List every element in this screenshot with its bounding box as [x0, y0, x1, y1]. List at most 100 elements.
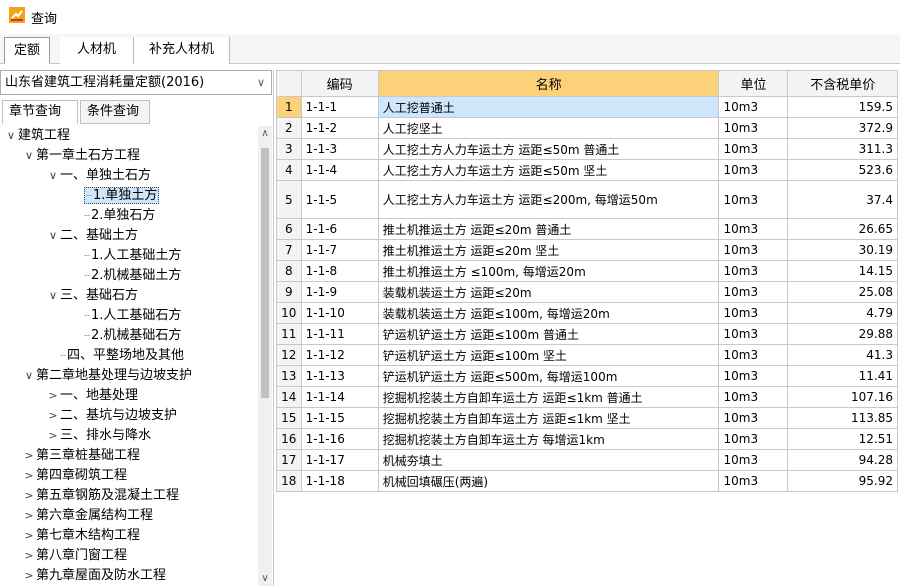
tree-item[interactable]: > 一、地基处理	[46, 386, 138, 406]
chevron-right-icon[interactable]: >	[22, 506, 36, 526]
tree-item[interactable]: 2.单独石方	[70, 206, 155, 226]
chevron-right-icon[interactable]: >	[22, 526, 36, 546]
header-price[interactable]: 不含税单价	[787, 70, 898, 97]
cell-code: 1-1-17	[300, 449, 379, 471]
table-row[interactable]: 12 1-1-12 铲运机铲运土方 运距≤100m 坚土 10m3 41.3	[276, 344, 898, 366]
table-row[interactable]: 18 1-1-18 机械回填碾压(两遍) 10m3 95.92	[276, 470, 898, 492]
tree-item-label: 第八章门窗工程	[36, 548, 128, 563]
tree-item[interactable]: > 二、基坑与边坡支护	[46, 406, 177, 426]
tree-item[interactable]: 2.机械基础土方	[70, 266, 181, 286]
tree-item[interactable]: ∨ 第一章土石方工程	[22, 146, 140, 166]
tree-item[interactable]: ∨ 三、基础石方	[46, 286, 138, 306]
chevron-down-icon[interactable]: ∨	[46, 166, 60, 186]
cell-price: 107.16	[787, 386, 898, 408]
tree-item[interactable]: > 第四章砌筑工程	[22, 466, 127, 486]
chevron-right-icon[interactable]: >	[46, 426, 60, 446]
table-row[interactable]: 13 1-1-13 铲运机铲运土方 运距≤500m, 每增运100m 10m3 11.4…	[276, 365, 898, 387]
main-tabbar: 定额 人材机 补充人材机	[0, 34, 900, 64]
scroll-down-icon[interactable]: ∨	[258, 573, 272, 584]
table-row[interactable]: 14 1-1-14 挖掘机挖装土方自卸车运土方 运距≤1km 普通土 10m3 107.…	[276, 386, 898, 408]
table-row[interactable]: 6 1-1-6 推土机推运土方 运距≤20m 普通土 10m3 26.65	[276, 218, 898, 240]
cell-name: 推土机推运土方 ≤100m, 每增运20m	[377, 260, 720, 282]
cell-unit: 10m3	[718, 281, 789, 303]
table-row[interactable]: 8 1-1-8 推土机推运土方 ≤100m, 每增运20m 10m3 14.15	[276, 260, 898, 282]
tree-item-label: 第四章砌筑工程	[36, 468, 128, 483]
cell-code: 1-1-9	[300, 281, 379, 303]
cell-num: 2	[276, 117, 302, 139]
table-row[interactable]: 17 1-1-17 机械夯填土 10m3 94.28	[276, 449, 898, 471]
tree-item[interactable]: > 第八章门窗工程	[22, 546, 127, 566]
cell-unit: 10m3	[718, 344, 789, 366]
window-title: 查询	[31, 12, 58, 27]
chevron-right-icon[interactable]: >	[22, 446, 36, 466]
quota-grid: 编码 名称 单位 不含税单价 1 1-1-1 人工挖普通土 10m3 159.5 2 1-1…	[276, 70, 898, 492]
tree-item-label: 三、排水与降水	[60, 428, 152, 443]
chevron-down-icon[interactable]: ∨	[22, 146, 36, 166]
chevron-right-icon[interactable]: >	[22, 486, 36, 506]
tree-item[interactable]: > 第六章金属结构工程	[22, 506, 153, 526]
tree-item-label: 第二章地基处理与边坡支护	[36, 368, 193, 383]
chevron-down-icon: ∨	[256, 76, 265, 89]
table-row[interactable]: 7 1-1-7 推土机推运土方 运距≤20m 坚土 10m3 30.19	[276, 239, 898, 261]
cell-name: 挖掘机挖装土方自卸车运土方 运距≤1km 坚土	[377, 407, 720, 429]
table-row[interactable]: 15 1-1-15 挖掘机挖装土方自卸车运土方 运距≤1km 坚土 10m3 113.8…	[276, 407, 898, 429]
tree-item-label: 1.人工基础土方	[84, 248, 181, 263]
cell-code: 1-1-12	[300, 344, 379, 366]
tree-item[interactable]: 1.单独土方	[70, 186, 160, 206]
table-row[interactable]: 5 1-1-5 人工挖土方人力车运土方 运距≤200m, 每增运50m 10m3 37.…	[276, 180, 898, 219]
tab-condition-query[interactable]: 条件查询	[80, 100, 150, 124]
scroll-up-icon[interactable]: ∧	[258, 128, 272, 139]
tree-item[interactable]: ∨ 一、单独土石方	[46, 166, 151, 186]
table-row[interactable]: 4 1-1-4 人工挖土方人力车运土方 运距≤50m 坚土 10m3 523.6	[276, 159, 898, 181]
chevron-right-icon[interactable]: >	[22, 566, 36, 586]
tree-scrollbar[interactable]: ∧ ∨	[258, 126, 272, 586]
tab-quota[interactable]: 定额	[4, 37, 50, 64]
tree-item[interactable]: 2.机械基础石方	[70, 326, 181, 346]
header-name[interactable]: 名称	[377, 70, 720, 97]
tree-item[interactable]: 1.人工基础土方	[70, 246, 181, 266]
tree-item[interactable]: ∨ 二、基础土方	[46, 226, 138, 246]
cell-price: 113.85	[787, 407, 898, 429]
chevron-right-icon[interactable]: >	[46, 406, 60, 426]
table-row[interactable]: 11 1-1-11 铲运机铲运土方 运距≤100m 普通土 10m3 29.88	[276, 323, 898, 345]
scrollbar-thumb[interactable]	[261, 148, 269, 398]
tree-item[interactable]: ∨ 第二章地基处理与边坡支护	[22, 366, 192, 386]
tree-item[interactable]: > 第九章屋面及防水工程	[22, 566, 166, 586]
tree-item[interactable]: > 第三章桩基础工程	[22, 446, 140, 466]
header-code[interactable]: 编码	[300, 70, 379, 97]
tree-item[interactable]: > 第五章钢筋及混凝土工程	[22, 486, 179, 506]
tree-item[interactable]: 1.人工基础石方	[70, 306, 181, 326]
cell-price: 25.08	[787, 281, 898, 303]
tree-item[interactable]: > 第七章木结构工程	[22, 526, 140, 546]
tab-chapter-query[interactable]: 章节查询	[2, 100, 78, 124]
chevron-right-icon[interactable]: >	[22, 466, 36, 486]
tree-item[interactable]: > 三、排水与降水	[46, 426, 151, 446]
chevron-down-icon[interactable]: ∨	[46, 286, 60, 306]
cell-price: 311.3	[787, 138, 898, 160]
table-row[interactable]: 2 1-1-2 人工挖坚土 10m3 372.9	[276, 117, 898, 139]
cell-unit: 10m3	[718, 323, 789, 345]
cell-price: 94.28	[787, 449, 898, 471]
table-row[interactable]: 1 1-1-1 人工挖普通土 10m3 159.5	[276, 96, 898, 118]
tree-item-label: 1.人工基础石方	[84, 308, 181, 323]
tree-item-label: 1.单独土方	[84, 187, 160, 204]
tab-supplementary-labor-material-machine[interactable]: 补充人材机	[134, 37, 230, 64]
chevron-right-icon[interactable]: >	[22, 546, 36, 566]
chevron-right-icon[interactable]: >	[46, 386, 60, 406]
tree-item-label: 四、平整场地及其他	[60, 348, 184, 363]
cell-unit: 10m3	[718, 302, 789, 324]
header-unit[interactable]: 单位	[718, 70, 789, 97]
table-row[interactable]: 3 1-1-3 人工挖土方人力车运土方 运距≤50m 普通土 10m3 311.3	[276, 138, 898, 160]
tree-item[interactable]: 四、平整场地及其他	[46, 346, 184, 366]
chevron-down-icon[interactable]: ∨	[46, 226, 60, 246]
tree-item[interactable]: ∨ 建筑工程	[4, 126, 70, 146]
chevron-down-icon[interactable]: ∨	[4, 126, 18, 146]
cell-num: 8	[276, 260, 302, 282]
tab-labor-material-machine[interactable]: 人材机	[60, 37, 134, 64]
table-row[interactable]: 10 1-1-10 装载机装运土方 运距≤100m, 每增运20m 10m3 4.79	[276, 302, 898, 324]
quota-library-select[interactable]: 山东省建筑工程消耗量定额(2016) ∨	[0, 70, 272, 95]
table-row[interactable]: 16 1-1-16 挖掘机挖装土方自卸车运土方 每增运1km 10m3 12.51	[276, 428, 898, 450]
chevron-down-icon[interactable]: ∨	[22, 366, 36, 386]
table-row[interactable]: 9 1-1-9 装载机装运土方 运距≤20m 10m3 25.08	[276, 281, 898, 303]
cell-name: 人工挖普通土	[377, 96, 720, 118]
